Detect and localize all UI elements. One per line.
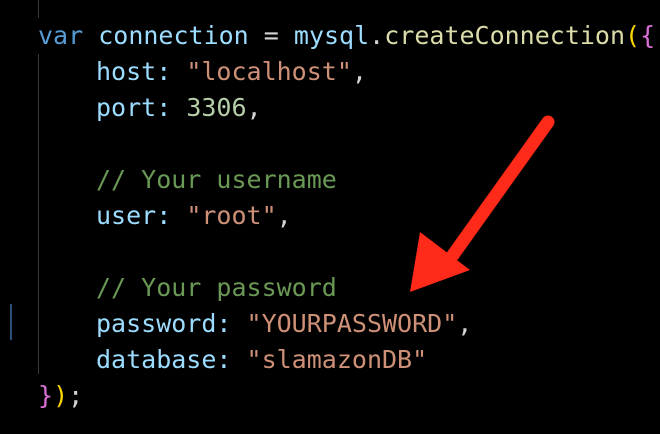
code-editor[interactable]: var connection = mysql.createConnection(… [0, 0, 660, 434]
red-arrow-icon [410, 115, 555, 292]
